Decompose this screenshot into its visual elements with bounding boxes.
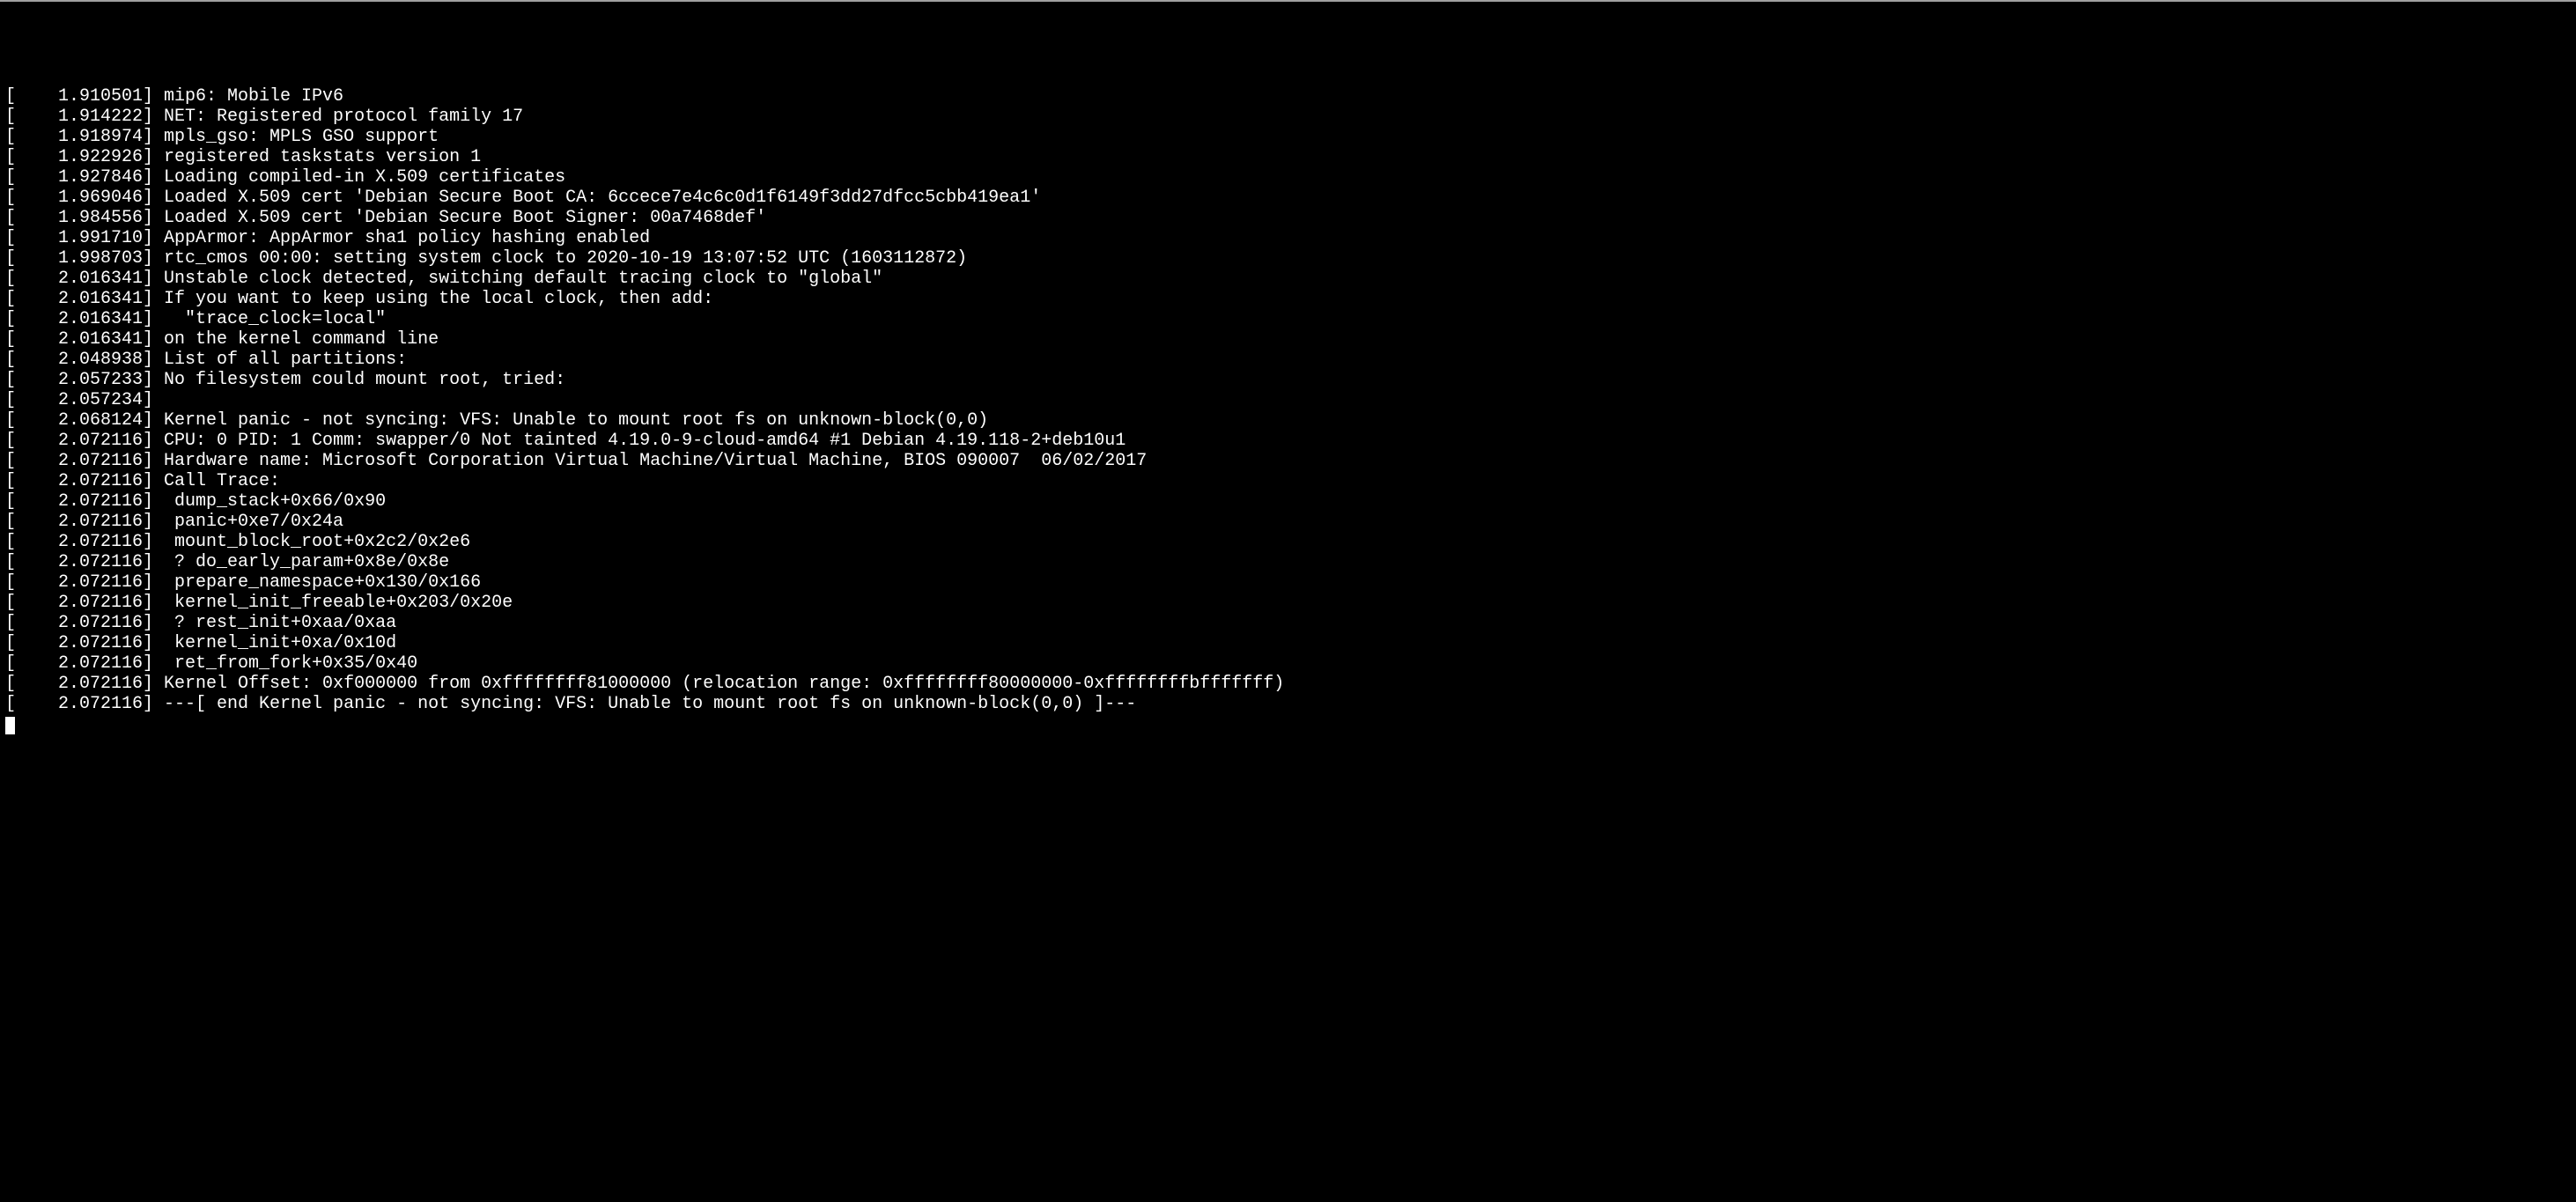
log-line: [ 2.072116] dump_stack+0x66/0x90 [5,491,2571,512]
kernel-console-output: [ 1.910501] mip6: Mobile IPv6[ 1.914222]… [5,86,2571,714]
log-line: [ 2.016341] on the kernel command line [5,329,2571,350]
log-line: [ 2.072116] ? do_early_param+0x8e/0x8e [5,552,2571,572]
log-line: [ 2.072116] prepare_namespace+0x130/0x16… [5,572,2571,593]
log-line: [ 1.918974] mpls_gso: MPLS GSO support [5,127,2571,147]
log-line: [ 2.068124] Kernel panic - not syncing: … [5,410,2571,431]
log-line: [ 2.072116] Hardware name: Microsoft Cor… [5,451,2571,471]
log-line: [ 1.922926] registered taskstats version… [5,147,2571,167]
log-line: [ 2.072116] ? rest_init+0xaa/0xaa [5,613,2571,633]
log-line: [ 2.057233] No filesystem could mount ro… [5,370,2571,390]
log-line: [ 2.072116] kernel_init_freeable+0x203/0… [5,593,2571,613]
log-line: [ 1.910501] mip6: Mobile IPv6 [5,86,2571,107]
log-line: [ 1.914222] NET: Registered protocol fam… [5,107,2571,127]
log-line: [ 1.927846] Loading compiled-in X.509 ce… [5,167,2571,188]
log-line: [ 2.016341] "trace_clock=local" [5,309,2571,329]
log-line: [ 2.072116] mount_block_root+0x2c2/0x2e6 [5,532,2571,552]
log-line: [ 1.998703] rtc_cmos 00:00: setting syst… [5,248,2571,269]
log-line: [ 2.072116] CPU: 0 PID: 1 Comm: swapper/… [5,431,2571,451]
log-line: [ 1.969046] Loaded X.509 cert 'Debian Se… [5,188,2571,208]
text-cursor [5,717,15,734]
log-line: [ 2.072116] kernel_init+0xa/0x10d [5,633,2571,653]
log-line: [ 2.072116] panic+0xe7/0x24a [5,512,2571,532]
log-line: [ 2.057234] [5,390,2571,410]
log-line: [ 2.072116] ret_from_fork+0x35/0x40 [5,653,2571,674]
log-line: [ 2.016341] If you want to keep using th… [5,289,2571,309]
log-line: [ 2.048938] List of all partitions: [5,350,2571,370]
log-line: [ 2.016341] Unstable clock detected, swi… [5,269,2571,289]
log-line: [ 1.991710] AppArmor: AppArmor sha1 poli… [5,228,2571,248]
log-line: [ 2.072116] Kernel Offset: 0xf000000 fro… [5,674,2571,694]
log-line: [ 2.072116] ---[ end Kernel panic - not … [5,694,2571,714]
log-line: [ 1.984556] Loaded X.509 cert 'Debian Se… [5,208,2571,228]
log-line: [ 2.072116] Call Trace: [5,471,2571,491]
